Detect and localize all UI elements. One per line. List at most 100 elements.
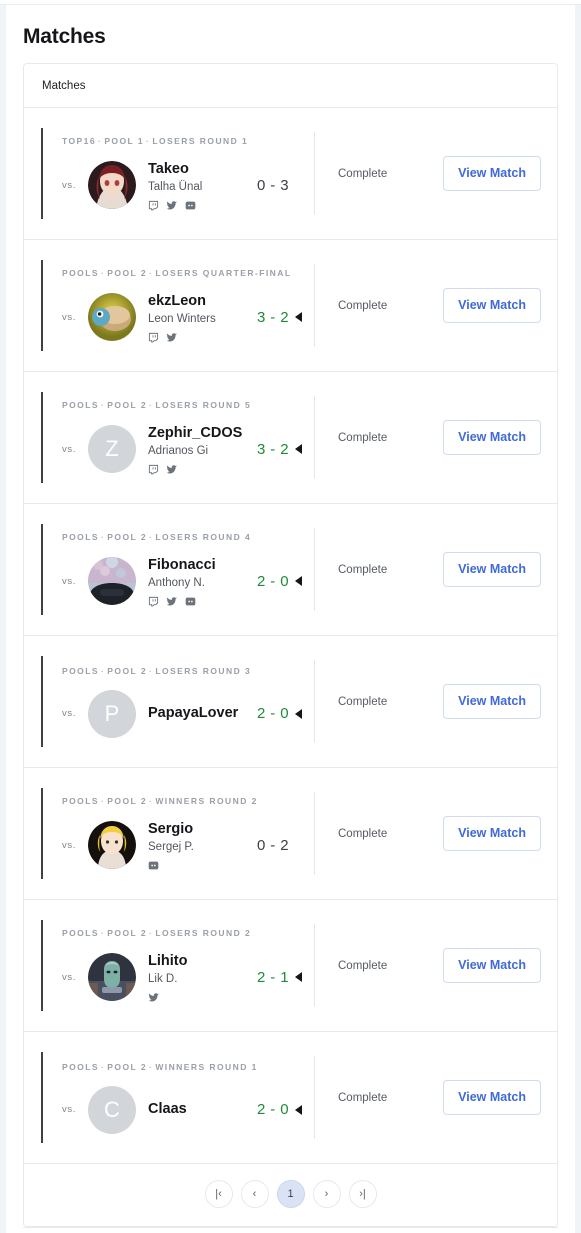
avatar[interactable] xyxy=(88,293,136,342)
action-cell: View Match xyxy=(423,124,541,223)
vs-label: vs. xyxy=(62,575,76,587)
action-cell: View Match xyxy=(423,520,541,619)
page-title: Matches xyxy=(23,25,106,48)
avatar[interactable]: C xyxy=(88,1085,136,1134)
player-block: ekzLeon Leon Winters xyxy=(148,292,234,343)
round-label: POOLS · POOL 2 · LOSERS QUARTER-FINAL xyxy=(62,268,292,279)
opponent-line: vs. C Claas 2 - 0 xyxy=(62,1085,306,1134)
match-list: TOP16 · POOL 1 · LOSERS ROUND 1 vs. Takeo Talha… xyxy=(24,108,557,1164)
pagination-next-button[interactable]: › xyxy=(312,1180,341,1208)
player-real-name: Lik D. xyxy=(148,973,178,986)
round-label: POOLS · POOL 2 · WINNERS ROUND 2 xyxy=(62,796,258,807)
match-score: 3 - 2 xyxy=(256,440,289,458)
view-match-button[interactable]: View Match xyxy=(443,288,541,323)
vs-label: vs. xyxy=(62,708,76,719)
avatar-initial: P xyxy=(88,689,136,738)
twitch-icon[interactable] xyxy=(148,596,159,607)
match-row: POOLS · POOL 2 · LOSERS ROUND 3 vs. P PapayaLov… xyxy=(24,636,557,768)
social-links xyxy=(148,332,234,343)
twitter-icon[interactable] xyxy=(166,464,178,475)
match-status: Complete xyxy=(338,167,388,180)
view-match-button[interactable]: View Match xyxy=(443,684,541,719)
view-match-button[interactable]: View Match xyxy=(443,1080,541,1115)
twitch-icon[interactable] xyxy=(148,200,159,211)
score-cell: 2 - 0 xyxy=(234,573,306,590)
win-arrow-icon xyxy=(295,444,302,455)
avatar-initial: Z xyxy=(88,425,136,474)
discord-icon[interactable] xyxy=(185,200,196,211)
vs-label: vs. xyxy=(62,971,76,983)
view-match-button[interactable]: View Match xyxy=(443,156,541,191)
action-cell: View Match xyxy=(423,388,541,487)
player-name: ekzLeon xyxy=(148,293,207,310)
win-arrow-icon xyxy=(295,972,302,983)
twitch-icon[interactable] xyxy=(148,464,159,475)
pagination-last-button[interactable]: ›| xyxy=(348,1180,377,1208)
pagination-page-1-button[interactable]: 1 xyxy=(276,1180,305,1208)
round-label: POOLS · POOL 2 · LOSERS ROUND 2 xyxy=(62,928,252,939)
view-match-button[interactable]: View Match xyxy=(443,420,541,455)
avatar[interactable]: P xyxy=(88,689,136,738)
player-block: PapayaLover xyxy=(148,690,238,738)
match-status: Complete xyxy=(338,695,388,708)
twitter-icon[interactable] xyxy=(166,200,178,211)
match-status: Complete xyxy=(338,563,388,576)
player-block: Zephir_CDOS Adrianos Gi xyxy=(148,424,242,475)
match-row: POOLS · POOL 2 · WINNERS ROUND 2 vs. Sergio Ser… xyxy=(24,768,557,900)
win-arrow-icon xyxy=(295,1104,302,1115)
match-status: Complete xyxy=(338,959,388,972)
round-label: POOLS · POOL 2 · LOSERS ROUND 5 xyxy=(62,400,252,411)
pagination-prev-button[interactable]: ‹ xyxy=(240,1180,269,1208)
avatar[interactable] xyxy=(88,953,136,1002)
panel-bottom-edge xyxy=(23,1227,558,1233)
view-match-button[interactable]: View Match xyxy=(443,948,541,983)
score-cell: 0 - 3 xyxy=(234,177,306,194)
round-label: POOLS · POOL 2 · LOSERS ROUND 3 xyxy=(62,665,252,676)
discord-icon[interactable] xyxy=(148,860,159,871)
twitter-icon[interactable] xyxy=(166,596,178,607)
opponent-line: vs. Fibonacci Anthony N. 2 - 0 xyxy=(62,556,306,607)
match-row: POOLS · POOL 2 · LOSERS QUARTER-FINAL vs. ekzL… xyxy=(24,240,557,372)
opponent-line: vs. Sergio Sergej P. 0 - 2 xyxy=(62,820,306,871)
match-score: 2 - 1 xyxy=(256,968,289,986)
social-links xyxy=(148,596,234,607)
panel-header: Matches xyxy=(24,64,557,108)
match-main: POOLS · POOL 2 · WINNERS ROUND 2 vs. Sergio Ser… xyxy=(43,784,306,883)
avatar[interactable] xyxy=(88,161,136,210)
social-links xyxy=(148,992,234,1003)
twitter-icon[interactable] xyxy=(148,992,160,1003)
match-main: POOLS · POOL 2 · WINNERS ROUND 1 vs. C Claas 2 -… xyxy=(43,1048,306,1147)
match-status: Complete xyxy=(338,431,388,444)
view-match-button[interactable]: View Match xyxy=(443,816,541,851)
match-score: 0 - 2 xyxy=(256,836,289,854)
opponent-line: vs. Z Zephir_CDOS Adrianos Gi 3 - 2 xyxy=(62,424,306,475)
match-main: POOLS · POOL 2 · LOSERS ROUND 2 vs. Lihito Lik … xyxy=(43,916,306,1015)
match-score: 2 - 0 xyxy=(256,705,289,722)
match-status: Complete xyxy=(338,827,388,840)
pagination-first-button[interactable]: |‹ xyxy=(204,1180,233,1208)
matches-panel: Matches TOP16 · POOL 1 · LOSERS ROUND 1 vs. Ta… xyxy=(23,63,558,1227)
avatar[interactable]: Z xyxy=(88,425,136,474)
twitter-icon[interactable] xyxy=(166,332,178,343)
player-real-name: Talha Ünal xyxy=(148,181,203,194)
view-match-button[interactable]: View Match xyxy=(443,552,541,587)
score-cell: 2 - 0 xyxy=(234,705,306,722)
opponent-line: vs. Lihito Lik D. 2 - 1 xyxy=(62,952,306,1003)
social-links xyxy=(148,464,234,475)
discord-icon[interactable] xyxy=(185,596,196,607)
match-main: POOLS · POOL 2 · LOSERS QUARTER-FINAL vs. ekzL… xyxy=(43,256,306,355)
player-name: Sergio xyxy=(148,821,194,838)
avatar[interactable] xyxy=(88,821,136,870)
round-label: TOP16 · POOL 1 · LOSERS ROUND 1 xyxy=(62,136,249,147)
twitch-icon[interactable] xyxy=(148,332,159,343)
player-name: PapayaLover xyxy=(148,705,239,722)
action-cell: View Match xyxy=(423,256,541,355)
player-real-name: Adrianos Gi xyxy=(148,445,209,458)
avatar[interactable] xyxy=(88,557,136,606)
score-cell: 3 - 2 xyxy=(234,309,306,326)
match-row: POOLS · POOL 2 · LOSERS ROUND 4 vs. Fibonacci A… xyxy=(24,504,557,636)
social-links xyxy=(148,200,234,211)
vs-label: vs. xyxy=(62,1104,76,1115)
social-links xyxy=(148,860,234,871)
score-cell: 2 - 0 xyxy=(234,1101,306,1118)
